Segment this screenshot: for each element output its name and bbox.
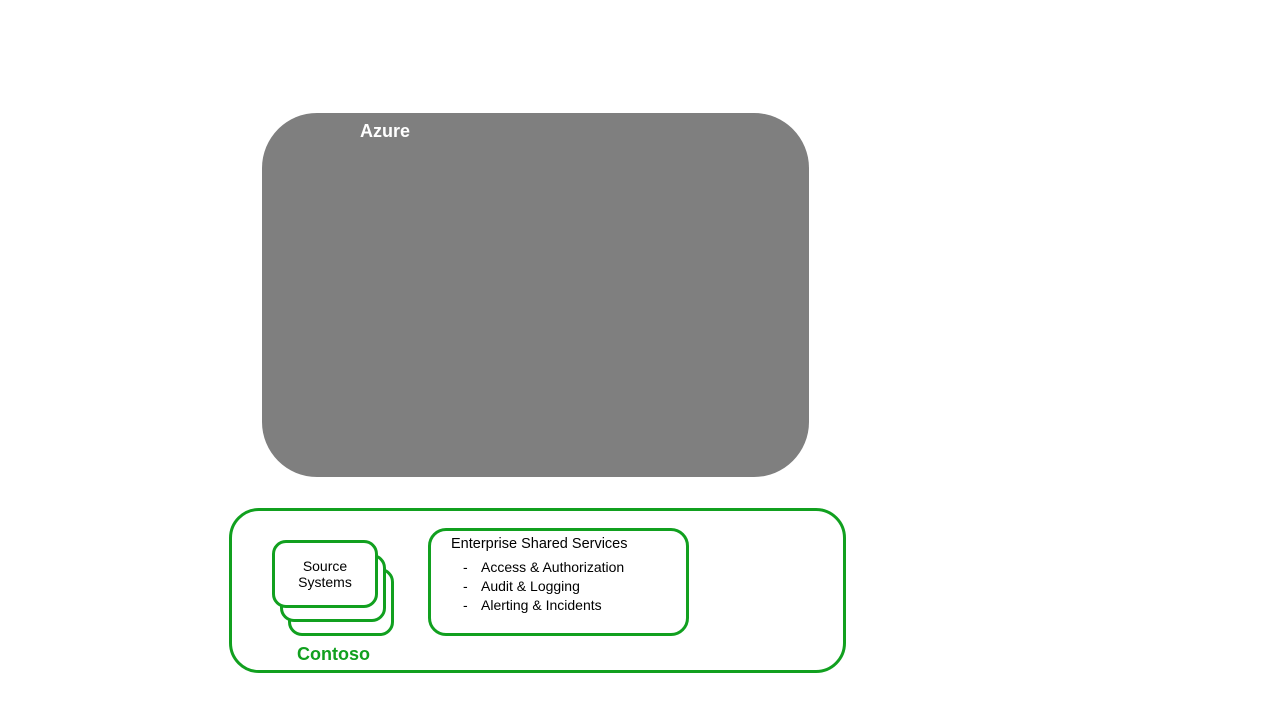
contoso-label: Contoso — [297, 644, 370, 665]
ess-item-audit: Audit & Logging — [463, 577, 672, 596]
source-systems-label: Source Systems — [298, 558, 352, 590]
source-systems-label-line2: Systems — [298, 574, 352, 590]
source-systems-stack: Source Systems — [272, 540, 388, 630]
ess-title: Enterprise Shared Services — [451, 536, 672, 552]
ess-item-access: Access & Authorization — [463, 558, 672, 577]
source-systems-label-line1: Source — [303, 558, 347, 574]
ess-item-alerting: Alerting & Incidents — [463, 596, 672, 615]
source-systems-card-front: Source Systems — [272, 540, 378, 608]
ess-list: Access & Authorization Audit & Logging A… — [463, 558, 672, 615]
azure-container: Azure — [262, 113, 809, 477]
azure-label: Azure — [360, 121, 410, 142]
enterprise-shared-services-card: Enterprise Shared Services Access & Auth… — [428, 528, 689, 636]
